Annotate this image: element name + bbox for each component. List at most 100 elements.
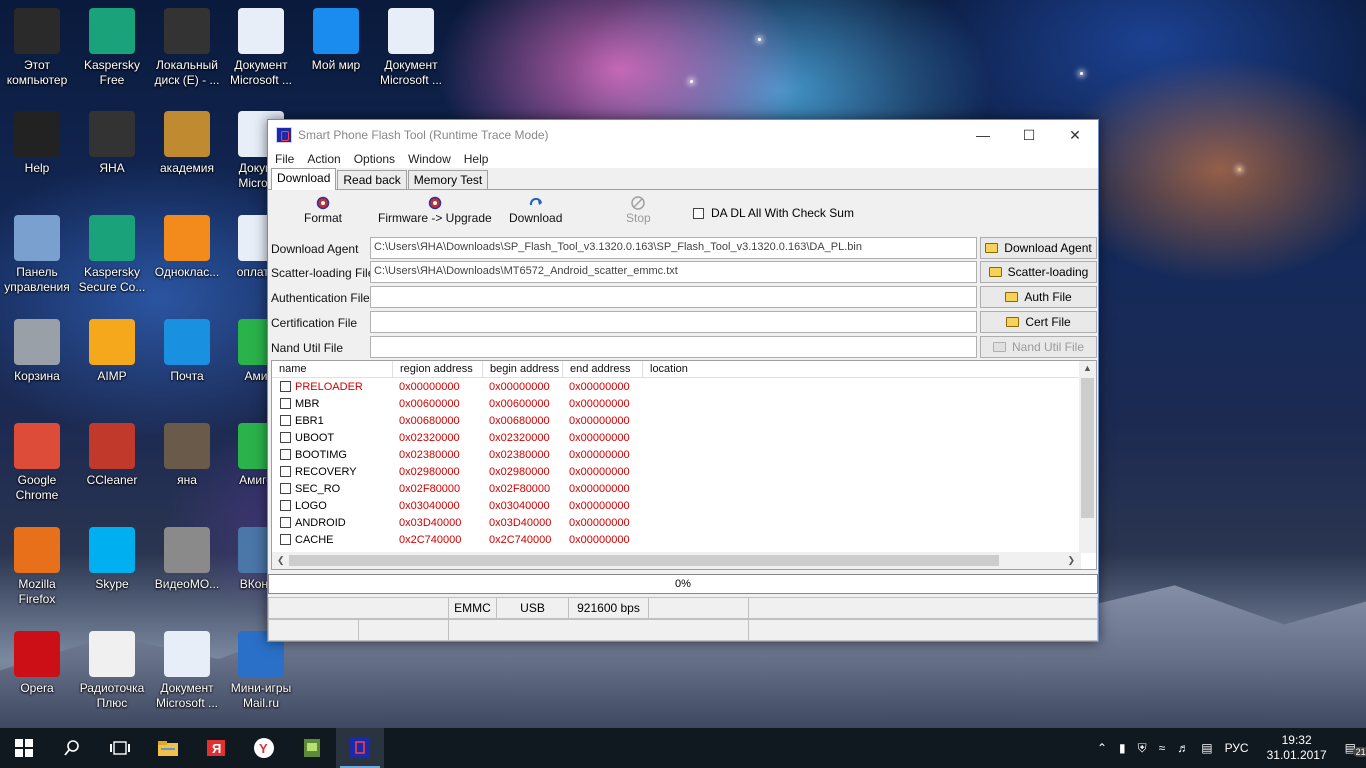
desktop-icon[interactable]: AIMP xyxy=(75,319,149,384)
desktop-icon[interactable]: Документ Microsoft ... xyxy=(374,8,448,88)
table-row[interactable]: LOGO 0x03040000 0x03040000 0x00000000 xyxy=(272,497,1096,514)
table-row[interactable]: SEC_RO 0x02F80000 0x02F80000 0x00000000 xyxy=(272,480,1096,497)
table-row[interactable]: PRELOADER 0x00000000 0x00000000 0x00000000 xyxy=(272,378,1096,395)
task-view-button[interactable] xyxy=(96,728,144,768)
defender-shield-icon[interactable]: ⛨ xyxy=(1138,741,1147,756)
stop-button[interactable]: Stop xyxy=(626,195,651,225)
scatter-loading-button[interactable]: Scatter-loading xyxy=(980,261,1097,283)
desktop-icon[interactable]: ЯНА xyxy=(75,111,149,176)
scroll-up-icon[interactable]: ▲ xyxy=(1083,363,1092,373)
desktop-icon[interactable]: Локальный диск (E) - ... xyxy=(150,8,224,88)
notifications-button[interactable]: ▤ 21 xyxy=(1345,741,1366,757)
column-header-location[interactable]: location xyxy=(643,361,1081,377)
scatter-file-field[interactable]: C:\Users\ЯНА\Downloads\MT6572_Android_sc… xyxy=(370,261,977,283)
desktop-icon[interactable]: CCleaner xyxy=(75,423,149,488)
column-header-begin-address[interactable]: begin address xyxy=(483,361,563,377)
desktop-icon[interactable]: Google Chrome xyxy=(0,423,74,503)
cert-file-button[interactable]: Cert File xyxy=(980,311,1097,333)
menu-action[interactable]: Action xyxy=(307,152,340,166)
volume-icon[interactable]: ♬ xyxy=(1177,741,1189,755)
language-indicator[interactable]: РУС xyxy=(1225,741,1249,755)
partition-checkbox[interactable] xyxy=(280,534,291,545)
wifi-icon[interactable]: ≈ xyxy=(1159,741,1166,755)
desktop-icon[interactable]: Документ Microsoft ... xyxy=(150,631,224,711)
usb-device-icon[interactable]: ▤ xyxy=(1201,741,1212,755)
menu-window[interactable]: Window xyxy=(408,152,451,166)
desktop-icon[interactable]: академия xyxy=(150,111,224,176)
minimize-button[interactable]: — xyxy=(960,120,1006,150)
table-row[interactable]: BOOTIMG 0x02380000 0x02380000 0x00000000 xyxy=(272,446,1096,463)
firmware-upgrade-button[interactable]: Firmware -> Upgrade xyxy=(378,195,492,225)
checksum-option[interactable]: DA DL All With Check Sum xyxy=(693,206,854,220)
horizontal-scroll-thumb[interactable] xyxy=(289,555,999,566)
menu-options[interactable]: Options xyxy=(354,152,395,166)
format-button[interactable]: Format xyxy=(304,195,342,225)
nand-util-file-field[interactable] xyxy=(370,336,977,358)
resize-grip[interactable] xyxy=(749,619,1098,641)
desktop-icon[interactable]: Документ Microsoft ... xyxy=(224,8,298,88)
table-row[interactable]: RECOVERY 0x02980000 0x02980000 0x00000000 xyxy=(272,463,1096,480)
partition-checkbox[interactable] xyxy=(280,500,291,511)
partition-checkbox[interactable] xyxy=(280,398,291,409)
partition-checkbox[interactable] xyxy=(280,432,291,443)
column-header-region-address[interactable]: region address xyxy=(393,361,483,377)
tab-read-back[interactable]: Read back xyxy=(337,170,407,189)
column-header-name[interactable]: name xyxy=(272,361,393,377)
menu-help[interactable]: Help xyxy=(464,152,489,166)
menu-file[interactable]: File xyxy=(275,152,294,166)
table-row[interactable]: MBR 0x00600000 0x00600000 0x00000000 xyxy=(272,395,1096,412)
desktop-icon[interactable]: Этот компьютер xyxy=(0,8,74,88)
clock[interactable]: 19:32 31.01.2017 xyxy=(1267,733,1327,763)
download-agent-button[interactable]: Download Agent xyxy=(980,237,1097,259)
desktop-icon[interactable]: яна xyxy=(150,423,224,488)
close-button[interactable]: ✕ xyxy=(1052,120,1098,150)
taskbar-yandex-browser[interactable]: Я xyxy=(192,728,240,768)
checksum-checkbox[interactable] xyxy=(693,207,704,219)
desktop-icon[interactable]: Почта xyxy=(150,319,224,384)
tab-memory-test[interactable]: Memory Test xyxy=(407,170,489,189)
partition-checkbox[interactable] xyxy=(280,466,291,477)
window-titlebar[interactable]: Smart Phone Flash Tool (Runtime Trace Mo… xyxy=(268,120,1098,150)
partition-checkbox[interactable] xyxy=(280,381,291,392)
battery-icon[interactable]: ▮ xyxy=(1119,741,1126,755)
tab-download[interactable]: Download xyxy=(271,168,337,190)
taskbar-flash-tool[interactable] xyxy=(336,728,384,768)
vertical-scroll-thumb[interactable] xyxy=(1081,378,1094,518)
table-row[interactable]: ANDROID 0x03D40000 0x03D40000 0x00000000 xyxy=(272,514,1096,531)
partition-checkbox[interactable] xyxy=(280,415,291,426)
desktop-icon[interactable]: Skype xyxy=(75,527,149,592)
partition-checkbox[interactable] xyxy=(280,449,291,460)
column-header-end-address[interactable]: end address xyxy=(563,361,643,377)
taskbar-android-app[interactable] xyxy=(288,728,336,768)
table-row[interactable]: EBR1 0x00680000 0x00680000 0x00000000 xyxy=(272,412,1096,429)
vertical-scrollbar[interactable]: ▲ xyxy=(1079,361,1096,553)
desktop-icon[interactable]: Корзина xyxy=(0,319,74,384)
scroll-left-icon[interactable]: ❮ xyxy=(277,555,285,566)
desktop-icon[interactable]: Мини-игры Mail.ru xyxy=(224,631,298,711)
horizontal-scrollbar[interactable]: ❮ ❯ xyxy=(272,552,1081,569)
desktop-icon[interactable]: Одноклас... xyxy=(150,215,224,280)
table-row[interactable]: UBOOT 0x02320000 0x02320000 0x00000000 xyxy=(272,429,1096,446)
scroll-right-icon[interactable]: ❯ xyxy=(1067,555,1075,566)
partition-checkbox[interactable] xyxy=(280,517,291,528)
auth-file-button[interactable]: Auth File xyxy=(980,286,1097,308)
desktop-icon[interactable]: Kaspersky Secure Co... xyxy=(75,215,149,295)
desktop-icon[interactable]: Панель управления xyxy=(0,215,74,295)
desktop-icon[interactable]: Мой мир xyxy=(299,8,373,73)
taskbar-yandex[interactable]: Y xyxy=(240,728,288,768)
table-row[interactable]: CACHE 0x2C740000 0x2C740000 0x00000000 xyxy=(272,531,1096,548)
start-button[interactable] xyxy=(0,728,48,768)
maximize-button[interactable]: ☐ xyxy=(1006,120,1052,150)
partition-checkbox[interactable] xyxy=(280,483,291,494)
auth-file-field[interactable] xyxy=(370,286,977,308)
desktop-icon[interactable]: Help xyxy=(0,111,74,176)
desktop-icon[interactable]: Opera xyxy=(0,631,74,696)
cert-file-field[interactable] xyxy=(370,311,977,333)
download-agent-field[interactable]: C:\Users\ЯНА\Downloads\SP_Flash_Tool_v3.… xyxy=(370,237,977,259)
desktop-icon[interactable]: Kaspersky Free xyxy=(75,8,149,88)
desktop-icon[interactable]: Радиоточка Плюс xyxy=(75,631,149,711)
nand-util-file-button[interactable]: Nand Util File xyxy=(980,336,1097,358)
taskbar-file-explorer[interactable] xyxy=(144,728,192,768)
search-button[interactable] xyxy=(48,728,96,768)
download-button[interactable]: Download xyxy=(509,195,562,225)
